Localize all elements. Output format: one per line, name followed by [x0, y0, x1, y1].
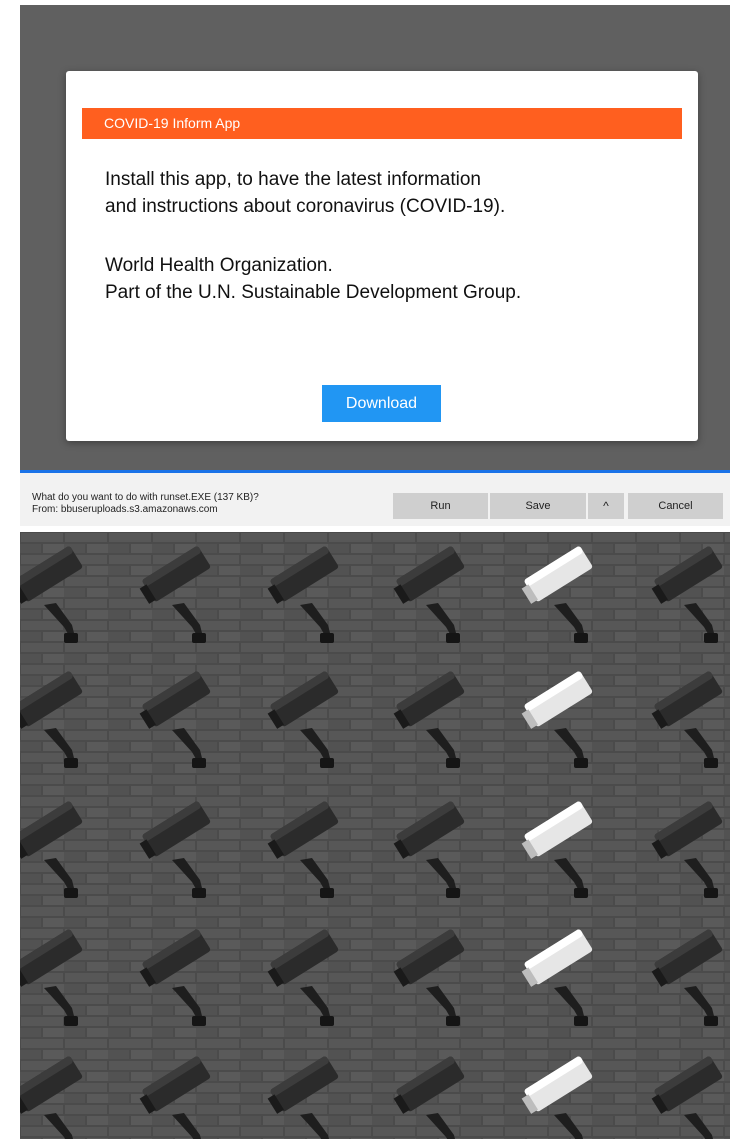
save-button[interactable]: Save: [490, 493, 586, 519]
browser-viewport: COVID-19 Inform App Install this app, to…: [20, 5, 730, 526]
download-question: What do you want to do with runset.EXE (…: [32, 492, 259, 503]
download-info: What do you want to do with runset.EXE (…: [32, 492, 259, 516]
download-button[interactable]: Download: [322, 385, 441, 422]
run-button[interactable]: Run: [393, 493, 488, 519]
organization-line-1: World Health Organization.: [105, 255, 333, 276]
cancel-button[interactable]: Cancel: [628, 493, 723, 519]
install-message-line-2: and instructions about coronavirus (COVI…: [105, 196, 506, 217]
organization-text: World Health Organization. Part of the U…: [105, 252, 665, 306]
chevron-up-icon[interactable]: ^: [588, 493, 624, 519]
install-message-line-1: Install this app, to have the latest inf…: [105, 169, 481, 190]
install-message: Install this app, to have the latest inf…: [105, 166, 665, 220]
dialog-header: COVID-19 Inform App: [82, 108, 682, 139]
install-dialog: COVID-19 Inform App Install this app, to…: [66, 71, 698, 441]
organization-line-2: Part of the U.N. Sustainable Development…: [105, 282, 522, 303]
download-notification-bar: What do you want to do with runset.EXE (…: [20, 470, 730, 526]
brick-wall: [20, 532, 730, 1139]
download-source: From: bbuseruploads.s3.amazonaws.com: [32, 504, 218, 515]
surveillance-cameras-photo: [20, 532, 730, 1139]
